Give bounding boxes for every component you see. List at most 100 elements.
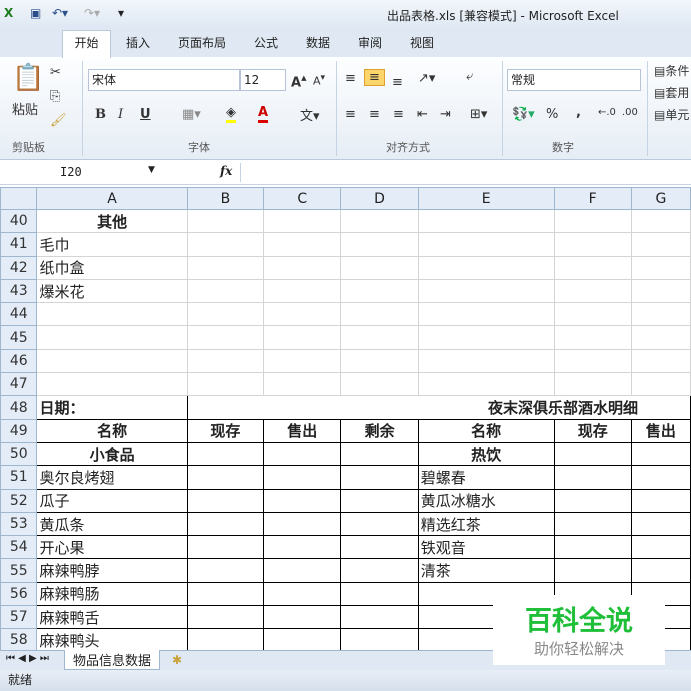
cell[interactable] [553,535,632,560]
cell[interactable] [186,278,265,304]
cell[interactable]: 瓜子 [36,488,188,513]
italic-button[interactable]: I [118,107,123,122]
cell[interactable]: 黄瓜冰糖水 [417,488,555,513]
font-color-icon[interactable]: A [258,105,269,123]
tab-page-layout[interactable]: 页面布局 [178,34,226,51]
cell[interactable] [630,302,691,327]
cell[interactable] [263,232,342,257]
tab-insert[interactable]: 插入 [126,34,150,51]
cell-title[interactable]: 夜末深俱乐部酒水明细 [186,395,691,420]
name-box[interactable]: I20 [2,163,158,182]
cell[interactable]: 爆米花 [36,278,188,304]
cell[interactable] [340,372,419,397]
column-header[interactable]: C [263,187,342,210]
orientation-icon[interactable]: ↗▾ [418,71,435,86]
row-header[interactable]: 41 [0,232,38,257]
cell[interactable] [186,605,265,630]
cell[interactable] [186,511,265,537]
align-left-icon[interactable]: ≡ [345,107,356,122]
increase-decimal-icon[interactable]: ←.0 [598,107,616,118]
cell[interactable] [553,278,632,304]
row-header[interactable]: 44 [0,302,38,327]
cut-icon[interactable]: ✂ [50,65,61,80]
cell[interactable] [340,581,419,607]
cell[interactable] [263,581,342,607]
cell[interactable] [553,208,632,234]
cell[interactable] [186,302,265,327]
cell[interactable] [340,511,419,537]
cell[interactable] [553,325,632,350]
format-as-table-button[interactable]: ▤套用 [654,84,689,101]
cell[interactable]: 麻辣鸭舌 [36,605,188,630]
tab-home[interactable]: 开始 [62,30,111,58]
format-painter-icon[interactable]: 🖌 [50,113,67,128]
cell[interactable] [263,535,342,560]
tab-data[interactable]: 数据 [306,34,330,51]
cell[interactable] [630,232,691,257]
cell[interactable] [417,232,555,257]
cell[interactable] [553,255,632,280]
align-center-icon[interactable]: ≡ [369,107,380,122]
cell[interactable]: 毛巾 [36,232,188,257]
cell[interactable] [417,325,555,350]
row-header[interactable]: 58 [0,628,38,653]
cell[interactable] [553,488,632,513]
align-middle-icon[interactable]: ≡ [364,69,385,86]
cell[interactable] [340,465,419,490]
cell[interactable] [340,325,419,350]
number-format-select[interactable]: 常规 [507,69,641,91]
cell-styles-button[interactable]: ▤单元 [654,106,689,123]
column-header[interactable]: A [36,187,188,210]
row-header[interactable]: 56 [0,581,38,607]
cell[interactable] [553,441,632,467]
cell[interactable] [340,535,419,560]
cell[interactable] [630,255,691,280]
fill-color-icon[interactable]: ◈ [226,105,236,123]
cell[interactable] [186,255,265,280]
decrease-decimal-icon[interactable]: .00 [622,107,638,118]
cell[interactable] [186,581,265,607]
formula-input[interactable] [240,163,690,182]
cell[interactable] [630,278,691,304]
cell[interactable]: 麻辣鸭头 [36,628,188,653]
cell[interactable]: 精选红茶 [417,511,555,537]
cell[interactable] [263,278,342,304]
row-header[interactable]: 45 [0,325,38,350]
cell[interactable] [417,372,555,397]
cell[interactable]: 其他 [36,208,188,234]
column-header[interactable]: F [553,187,632,210]
cell[interactable]: 清茶 [417,558,555,583]
currency-icon[interactable]: 💱▾ [512,107,535,122]
insert-sheet-icon[interactable]: ✱ [172,653,182,667]
row-header[interactable]: 46 [0,348,38,374]
cell[interactable] [36,348,188,374]
cell[interactable] [340,348,419,374]
cell[interactable]: 麻辣鸭肠 [36,581,188,607]
cell[interactable] [417,255,555,280]
cell[interactable]: 剩余 [340,418,419,443]
cell[interactable] [263,605,342,630]
cell[interactable]: 碧螺春 [417,465,555,490]
cell[interactable] [553,511,632,537]
cell[interactable] [186,628,265,653]
border-icon[interactable]: ▦▾ [182,107,201,122]
row-header[interactable]: 50 [0,441,38,467]
comma-button[interactable]: , [576,105,581,120]
font-name-select[interactable]: 宋体 [88,69,240,91]
cell[interactable] [186,208,265,234]
phonetic-icon[interactable]: 文▾ [300,105,320,124]
column-header[interactable]: B [186,187,265,210]
row-header[interactable]: 40 [0,208,38,234]
cell[interactable] [630,348,691,374]
insert-function-button[interactable]: fx [220,164,232,178]
cell[interactable]: 纸巾盒 [36,255,188,280]
cell[interactable] [553,302,632,327]
cell[interactable]: 麻辣鸭脖 [36,558,188,583]
save-icon[interactable]: ▣ [30,6,41,20]
row-header[interactable]: 43 [0,278,38,304]
align-right-icon[interactable]: ≡ [393,107,404,122]
customize-toolbar-icon[interactable]: ▾ [118,6,124,20]
row-header[interactable]: 49 [0,418,38,443]
cell[interactable] [340,441,419,467]
percent-button[interactable]: % [546,107,558,122]
